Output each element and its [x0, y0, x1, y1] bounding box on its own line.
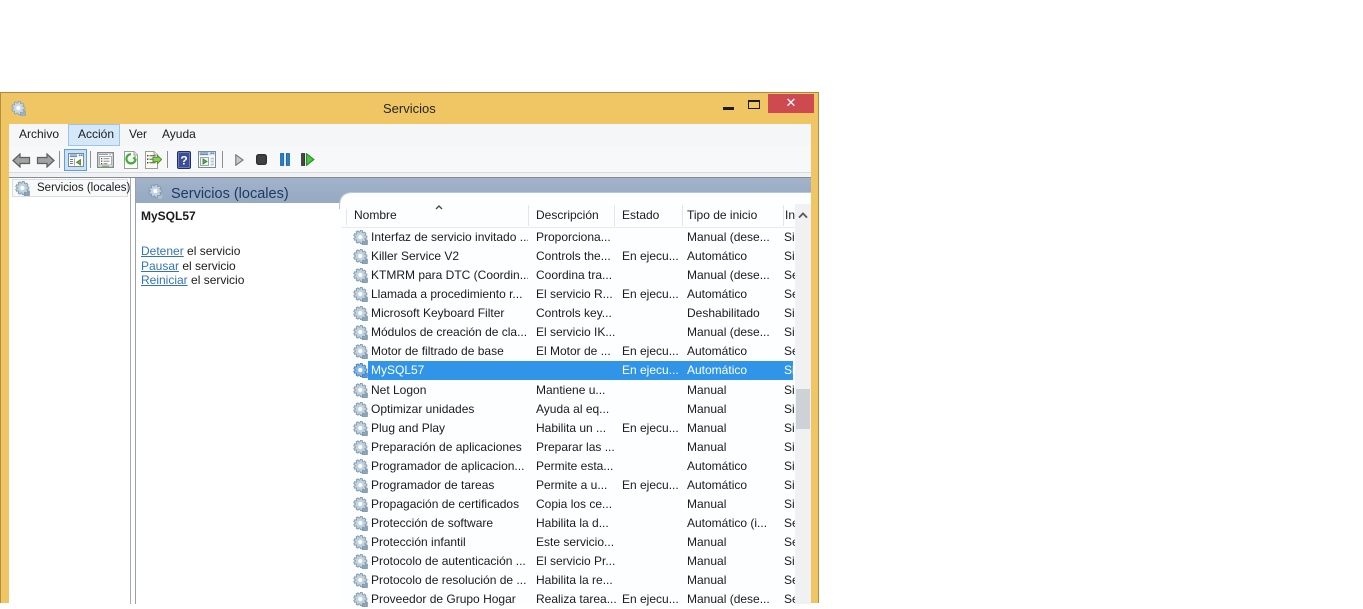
svg-text:?: ? — [180, 154, 187, 168]
